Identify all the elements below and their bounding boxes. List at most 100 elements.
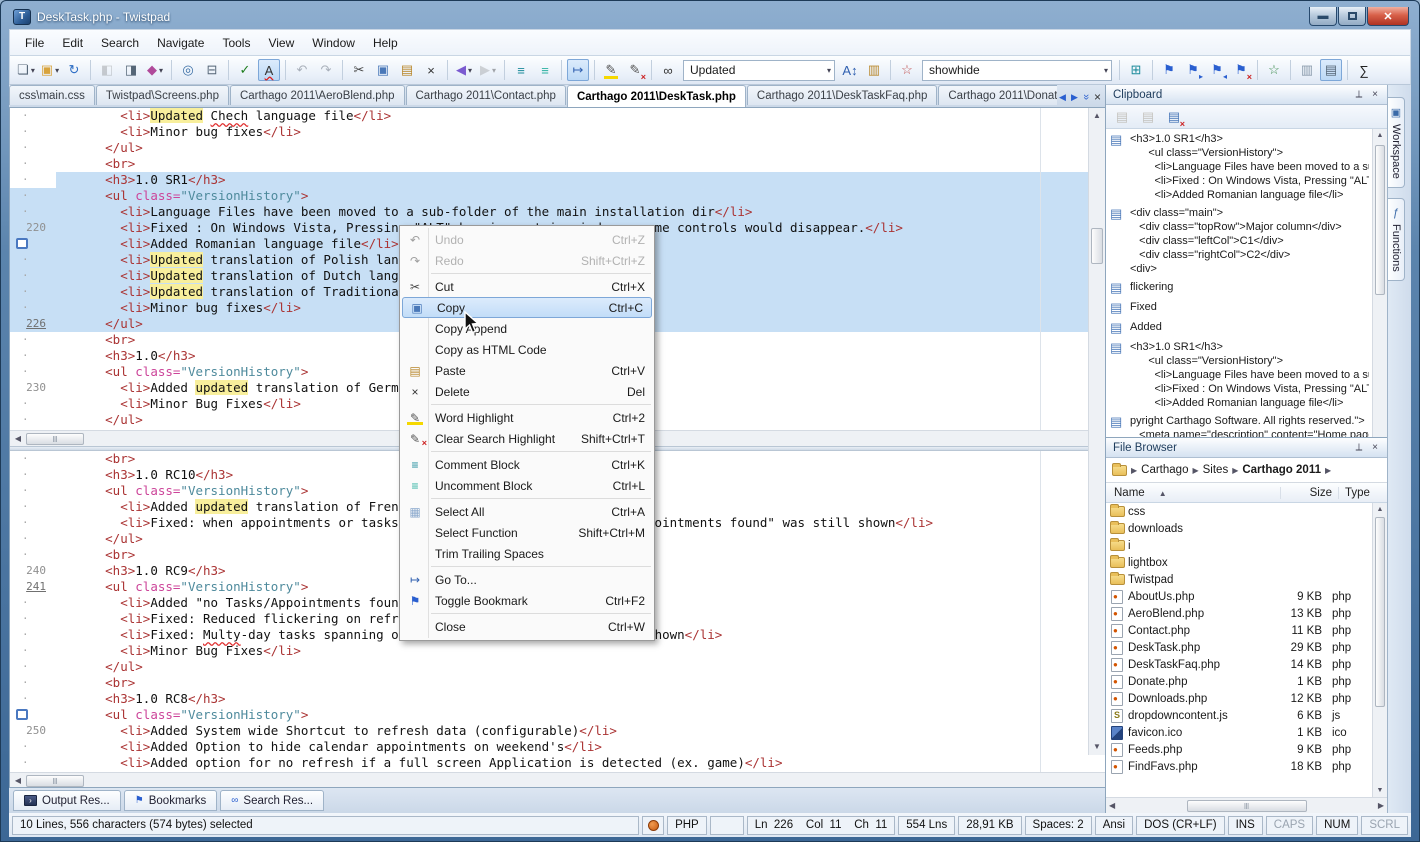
folder-row[interactable]: lightbox: [1106, 554, 1372, 571]
cut-button[interactable]: ✂: [348, 59, 370, 81]
code-line[interactable]: 250 <li>Added System wide Shortcut to re…: [10, 723, 1105, 739]
scroll-right-arrow-icon[interactable]: ▶: [1378, 801, 1384, 810]
find-button[interactable]: ∞: [657, 59, 679, 81]
clipboard-entry[interactable]: ▤ flickering: [1110, 280, 1369, 296]
copy-button[interactable]: ▣: [372, 59, 394, 81]
code-line[interactable]: · <h3>1.0 SR1</h3>: [10, 172, 1105, 188]
code-line[interactable]: · <li>Updated Chech language file</li>: [10, 108, 1105, 124]
clipboard-entry[interactable]: ▤ <h3>1.0 SR1</h3> <ul class="VersionHist…: [1110, 340, 1369, 410]
tab-scroll-left-icon[interactable]: ◀: [1059, 92, 1066, 103]
document-tab[interactable]: Carthago 2011\DeskTaskFaq.php: [746, 85, 938, 105]
code-line[interactable]: <ul class="VersionHistory">: [10, 707, 1105, 723]
context-menu-item[interactable]: ✎ Word Highlight Ctrl+2: [401, 407, 653, 428]
scroll-left-arrow-icon[interactable]: ◀: [10, 776, 26, 785]
line-gutter[interactable]: ·: [10, 124, 56, 140]
line-gutter[interactable]: ·: [10, 412, 56, 428]
line-gutter[interactable]: [10, 236, 56, 252]
context-menu-item[interactable]: ⚑ Toggle Bookmark Ctrl+F2: [401, 590, 653, 611]
bookmark-next-button[interactable]: ⚑ ▸: [1182, 59, 1204, 81]
breadcrumb-item[interactable]: Carthago: [1141, 464, 1188, 476]
clipboard-scrollbar[interactable]: ▲: [1372, 129, 1387, 437]
sum-button[interactable]: ∑: [1353, 59, 1375, 81]
code-line[interactable]: · </ul>: [10, 659, 1105, 675]
line-gutter[interactable]: ·: [10, 252, 56, 268]
code-line[interactable]: · <li>Language Files have been moved to …: [10, 204, 1105, 220]
tab-list-icon[interactable]: »: [1080, 94, 1092, 100]
line-gutter[interactable]: ·: [10, 284, 56, 300]
clipboard-entry[interactable]: ▤ Added: [1110, 320, 1369, 336]
folder-row[interactable]: downloads: [1106, 520, 1372, 537]
scroll-thumb[interactable]: Ⅲ: [1186, 799, 1307, 812]
scroll-thumb[interactable]: Ⅲ: [26, 432, 84, 445]
file-list[interactable]: css downloads i lightbox Twistpad AboutUs.php…: [1106, 503, 1387, 797]
close-button[interactable]: ✕: [1367, 7, 1409, 26]
open-file-button[interactable]: ▣: [39, 59, 61, 81]
paste-button[interactable]: ▤: [396, 59, 418, 81]
line-gutter[interactable]: ·: [10, 172, 56, 188]
clipboard-entry[interactable]: ▤ <div class="main"> <div class="topRow">…: [1110, 206, 1369, 276]
bookmark-clear-button[interactable]: ⚑ ×: [1230, 59, 1252, 82]
code-line[interactable]: · <li>Minor Bug Fixes</li>: [10, 643, 1105, 659]
folder-row[interactable]: css: [1106, 503, 1372, 520]
bookmark-prev-button[interactable]: ⚑ ◂: [1206, 59, 1228, 81]
breadcrumb-item[interactable]: Sites: [1203, 464, 1229, 476]
file-list-scrollbar[interactable]: ▲ ▼: [1372, 503, 1387, 797]
chevron-down-icon[interactable]: ▾: [821, 66, 831, 75]
bottom-tab-output-res-[interactable]: › Output Res...: [13, 790, 121, 811]
line-gutter[interactable]: ·: [10, 515, 56, 531]
scroll-thumb[interactable]: [1375, 517, 1385, 707]
context-menu-item[interactable]: Trim Trailing Spaces: [401, 543, 653, 564]
line-gutter[interactable]: [10, 707, 56, 723]
pin-icon[interactable]: ⟂: [1351, 89, 1367, 100]
file-row[interactable]: Downloads.php 12 KB php: [1106, 690, 1372, 707]
context-menu-item[interactable]: Copy as HTML Code: [401, 339, 653, 360]
vertical-scrollbar[interactable]: ▲ ▼: [1088, 108, 1105, 755]
menu-view[interactable]: View: [259, 32, 303, 54]
column-size[interactable]: Size: [1281, 486, 1339, 499]
tab-close-icon[interactable]: ×: [1094, 90, 1101, 104]
pin-icon[interactable]: ⟂: [1351, 442, 1367, 453]
line-gutter[interactable]: ·: [10, 547, 56, 563]
context-menu-item[interactable]: ▤ Paste Ctrl+V: [401, 360, 653, 381]
code-line[interactable]: · <h3>1.0 RC8</h3>: [10, 691, 1105, 707]
nav-back-button[interactable]: ◀: [453, 59, 475, 81]
line-gutter[interactable]: ·: [10, 332, 56, 348]
tab-scroll-right-icon[interactable]: ▶: [1071, 92, 1078, 103]
file-row[interactable]: Donate.php 1 KB php: [1106, 673, 1372, 690]
refresh-button[interactable]: ↻: [63, 59, 85, 81]
scroll-left-arrow-icon[interactable]: ◀: [1109, 801, 1115, 810]
file-row[interactable]: Contact.php 11 KB php: [1106, 622, 1372, 639]
menu-file[interactable]: File: [16, 32, 53, 54]
document-tab[interactable]: Carthago 2011\Donate.php: [938, 85, 1058, 105]
save-all-button[interactable]: ◨: [120, 59, 142, 81]
clip-clear-button[interactable]: ▤ ×: [1163, 106, 1185, 129]
file-list-horizontal-scrollbar[interactable]: ◀ Ⅲ ▶: [1106, 797, 1387, 813]
print-button[interactable]: ⊟: [201, 59, 223, 81]
document-tab[interactable]: Carthago 2011\AeroBlend.php: [229, 85, 405, 105]
context-menu-item[interactable]: Select Function Shift+Ctrl+M: [401, 522, 653, 543]
code-line[interactable]: · <ul class="VersionHistory">: [10, 188, 1105, 204]
line-gutter[interactable]: ·: [10, 611, 56, 627]
column-name[interactable]: Name ▲: [1106, 486, 1281, 499]
scroll-down-arrow-icon[interactable]: ▼: [1373, 784, 1387, 797]
menu-navigate[interactable]: Navigate: [148, 32, 213, 54]
line-gutter[interactable]: 250: [10, 723, 56, 739]
line-gutter[interactable]: 220: [10, 220, 56, 236]
line-gutter[interactable]: ·: [10, 348, 56, 364]
context-menu-item[interactable]: Copy Append: [401, 318, 653, 339]
maximize-button[interactable]: [1338, 7, 1366, 26]
line-gutter[interactable]: ·: [10, 499, 56, 515]
file-row[interactable]: AboutUs.php 9 KB php: [1106, 588, 1372, 605]
line-gutter[interactable]: ·: [10, 396, 56, 412]
code-line[interactable]: · <li>Added option for no refresh if a f…: [10, 755, 1105, 771]
document-tab[interactable]: Carthago 2011\DeskTask.php: [566, 85, 746, 107]
minimize-button[interactable]: ▬: [1309, 7, 1337, 26]
goto-button[interactable]: ↦: [567, 59, 589, 81]
delete-button[interactable]: ×: [420, 59, 442, 81]
context-menu-item[interactable]: ▣ Copy Ctrl+C: [402, 297, 652, 318]
context-menu-item[interactable]: ✂ Cut Ctrl+X: [401, 276, 653, 297]
spell-check-button[interactable]: ✓: [234, 59, 256, 81]
script-combo[interactable]: showhide ▾: [922, 59, 1112, 81]
scroll-up-arrow-icon[interactable]: ▲: [1089, 108, 1105, 124]
code-line[interactable]: · <li>Added Option to hide calendar appo…: [10, 739, 1105, 755]
